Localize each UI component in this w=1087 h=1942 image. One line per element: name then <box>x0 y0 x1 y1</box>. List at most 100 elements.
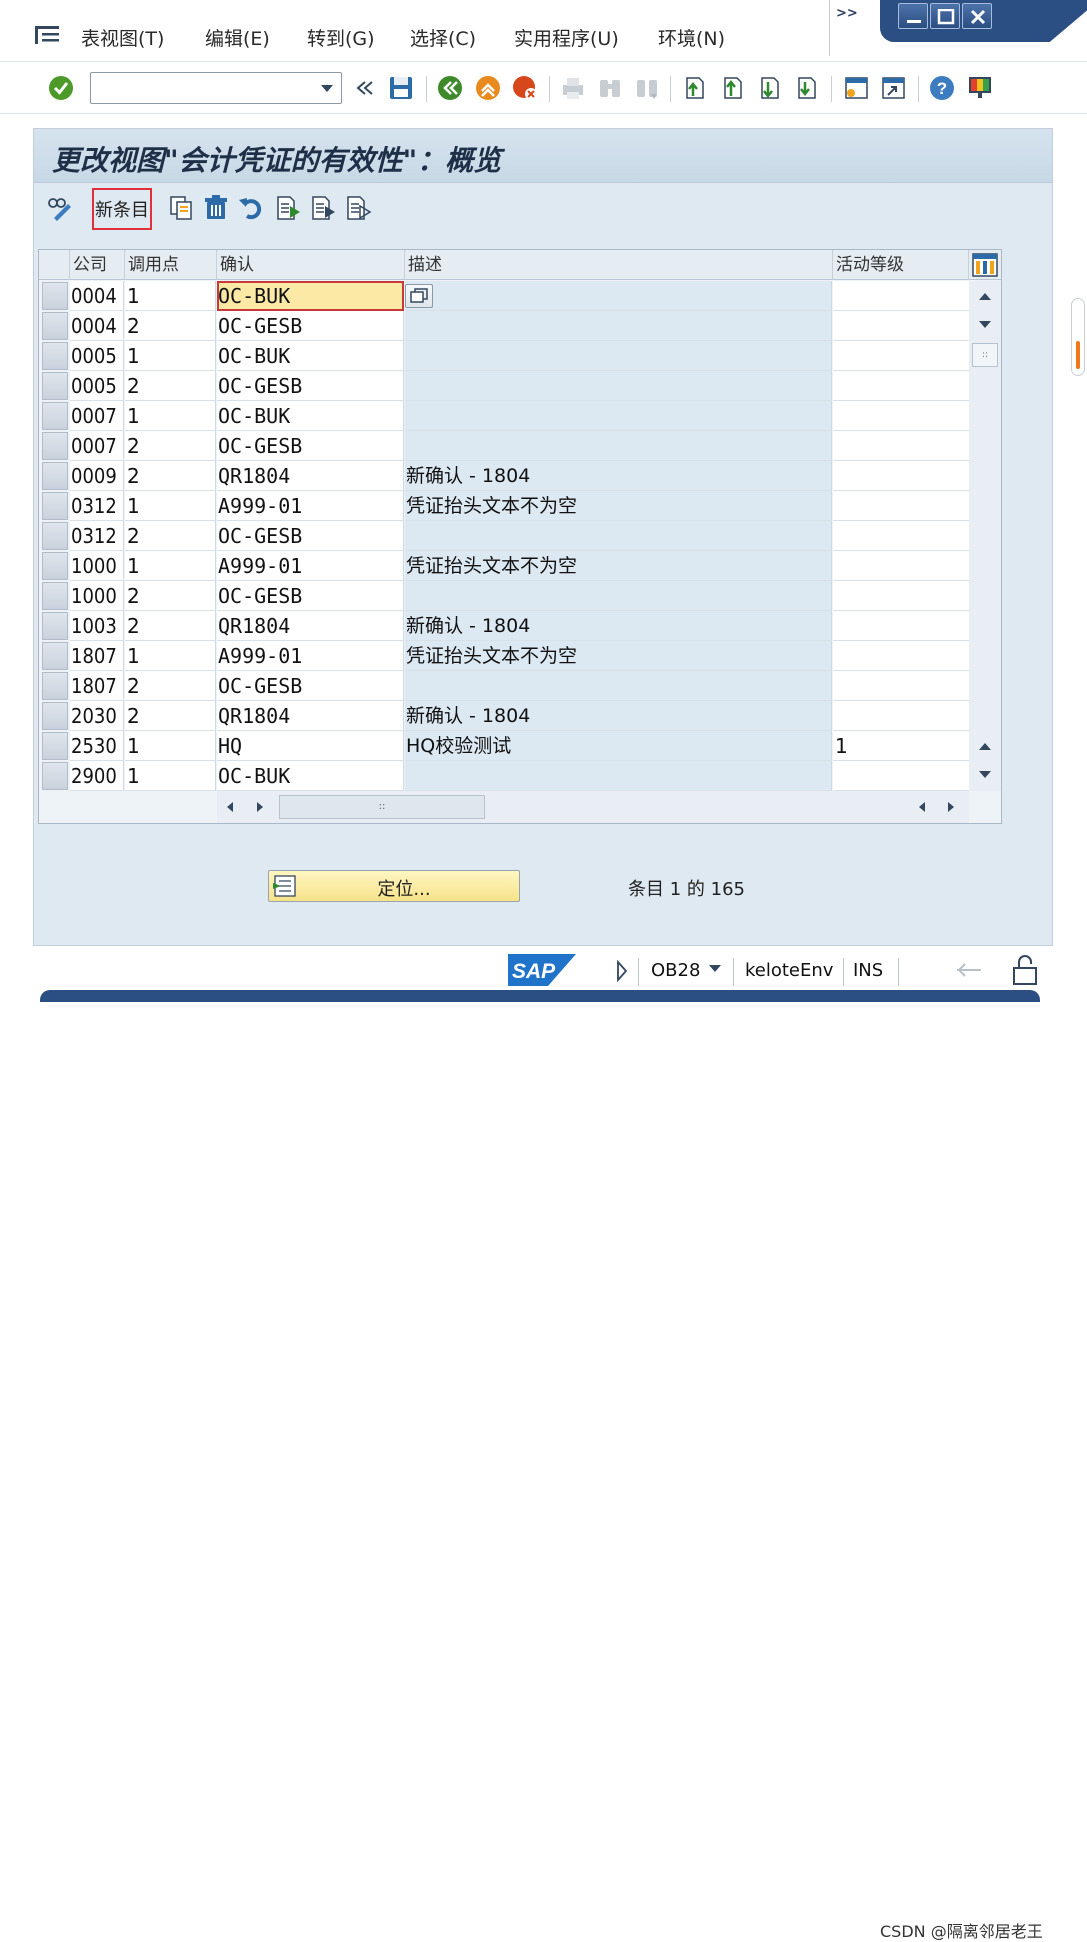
row-selector[interactable] <box>42 282 68 310</box>
row-selector[interactable] <box>42 642 68 670</box>
row-selector[interactable] <box>42 312 68 340</box>
cell-activation-level[interactable] <box>833 401 969 431</box>
menu-goto[interactable]: 转到(G) <box>307 24 375 51</box>
row-selector[interactable] <box>42 612 68 640</box>
delete-icon[interactable] <box>202 194 230 222</box>
cell-activation-level[interactable] <box>833 371 969 401</box>
cell-validation[interactable]: OC-BUK <box>217 401 404 431</box>
cell-activation-level[interactable] <box>833 761 969 791</box>
cell-validation[interactable]: QR1804 <box>217 701 404 731</box>
cell-activation-level[interactable] <box>833 341 969 371</box>
hide-status-icon[interactable] <box>955 958 985 984</box>
triangle-right-icon[interactable] <box>255 801 265 813</box>
deselect-all-icon[interactable] <box>344 194 372 222</box>
display-change-icon[interactable] <box>46 194 74 222</box>
menu-environment[interactable]: 环境(N) <box>658 24 725 51</box>
first-page-icon[interactable] <box>681 74 709 102</box>
row-selector[interactable] <box>42 432 68 460</box>
copy-icon[interactable] <box>167 194 195 222</box>
horizontal-scroll-thumb[interactable]: :: <box>279 795 485 819</box>
menu-icon[interactable] <box>34 24 60 46</box>
select-all-icon[interactable] <box>274 194 302 222</box>
cell-activation-level[interactable] <box>833 431 969 461</box>
menu-utilities[interactable]: 实用程序(U) <box>514 24 619 51</box>
row-selector[interactable] <box>42 582 68 610</box>
cell-validation[interactable]: OC-BUK <box>217 761 404 791</box>
row-selector[interactable] <box>42 492 68 520</box>
row-selector[interactable] <box>42 552 68 580</box>
cell-activation-level[interactable] <box>833 641 969 671</box>
row-selector[interactable] <box>42 732 68 760</box>
triangle-right-icon[interactable] <box>946 801 956 813</box>
row-selector[interactable] <box>42 342 68 370</box>
column-header-callup-point[interactable]: 调用点 <box>125 250 217 280</box>
customize-layout-icon[interactable] <box>966 74 994 102</box>
cell-activation-level[interactable] <box>833 491 969 521</box>
row-selector[interactable] <box>42 702 68 730</box>
save-icon[interactable] <box>387 74 415 102</box>
column-header-description[interactable]: 描述 <box>405 250 833 280</box>
cell-validation[interactable]: OC-GESB <box>217 521 404 551</box>
last-page-icon[interactable] <box>793 74 821 102</box>
menu-edit[interactable]: 编辑(E) <box>205 24 270 51</box>
double-chevron-left-icon[interactable] <box>351 74 379 102</box>
cell-validation[interactable]: OC-BUK <box>217 281 404 311</box>
cell-validation[interactable]: OC-GESB <box>217 581 404 611</box>
close-window-button[interactable] <box>962 3 992 29</box>
scroll-down-button[interactable] <box>972 313 998 337</box>
triangle-right-icon[interactable] <box>616 960 628 982</box>
cell-validation[interactable]: OC-GESB <box>217 671 404 701</box>
cell-validation[interactable]: QR1804 <box>217 611 404 641</box>
row-selector[interactable] <box>42 762 68 790</box>
next-page-icon[interactable] <box>756 74 784 102</box>
row-selector[interactable] <box>42 402 68 430</box>
shortcut-icon[interactable] <box>879 74 907 102</box>
insert-mode[interactable]: INS <box>853 960 883 981</box>
cancel-icon[interactable] <box>511 74 539 102</box>
row-selector[interactable] <box>42 462 68 490</box>
new-session-icon[interactable] <box>842 74 870 102</box>
cell-validation[interactable]: A999-01 <box>217 491 404 521</box>
horizontal-scrollbar[interactable]: :: <box>217 791 969 823</box>
cell-validation[interactable]: QR1804 <box>217 461 404 491</box>
side-scroll-thumb[interactable] <box>1076 341 1080 369</box>
enter-icon[interactable] <box>47 74 75 102</box>
page-down-button[interactable] <box>972 763 998 787</box>
back-icon[interactable] <box>436 74 464 102</box>
cell-validation[interactable]: A999-01 <box>217 641 404 671</box>
cell-validation[interactable]: OC-GESB <box>217 431 404 461</box>
find-next-icon[interactable] <box>633 74 661 102</box>
column-header-validation[interactable]: 确认 <box>217 250 405 280</box>
column-header-activation-level[interactable]: 活动等级 <box>833 250 969 280</box>
page-up-button[interactable] <box>972 734 998 758</box>
cell-activation-level[interactable] <box>833 701 969 731</box>
cell-activation-level[interactable] <box>833 611 969 641</box>
scroll-thumb[interactable]: :: <box>972 343 998 367</box>
command-field[interactable] <box>90 72 342 104</box>
cell-validation[interactable]: OC-GESB <box>217 371 404 401</box>
vertical-scrollbar[interactable]: :: <box>969 281 1001 791</box>
scroll-up-button[interactable] <box>972 284 998 308</box>
cell-activation-level[interactable] <box>833 581 969 611</box>
side-scroll-indicator[interactable] <box>1071 298 1085 376</box>
menu-more-button[interactable]: >> <box>836 6 858 21</box>
row-selector[interactable] <box>42 372 68 400</box>
previous-page-icon[interactable] <box>719 74 747 102</box>
value-help-button[interactable] <box>405 284 433 308</box>
chevron-down-icon[interactable] <box>321 85 333 92</box>
select-block-icon[interactable] <box>309 194 337 222</box>
cell-activation-level[interactable] <box>833 281 969 311</box>
cell-validation[interactable]: OC-GESB <box>217 311 404 341</box>
column-header-company[interactable]: 公司 <box>70 250 125 280</box>
minimize-button[interactable] <box>898 3 928 29</box>
print-icon[interactable] <box>559 74 587 102</box>
exit-icon[interactable] <box>474 74 502 102</box>
cell-activation-level[interactable] <box>833 671 969 701</box>
cell-activation-level[interactable] <box>833 521 969 551</box>
position-button[interactable]: 定位... <box>268 870 520 902</box>
cell-validation[interactable]: HQ <box>217 731 404 761</box>
find-icon[interactable] <box>596 74 624 102</box>
row-selector[interactable] <box>42 522 68 550</box>
row-selector[interactable] <box>42 672 68 700</box>
triangle-left-icon[interactable] <box>225 801 235 813</box>
